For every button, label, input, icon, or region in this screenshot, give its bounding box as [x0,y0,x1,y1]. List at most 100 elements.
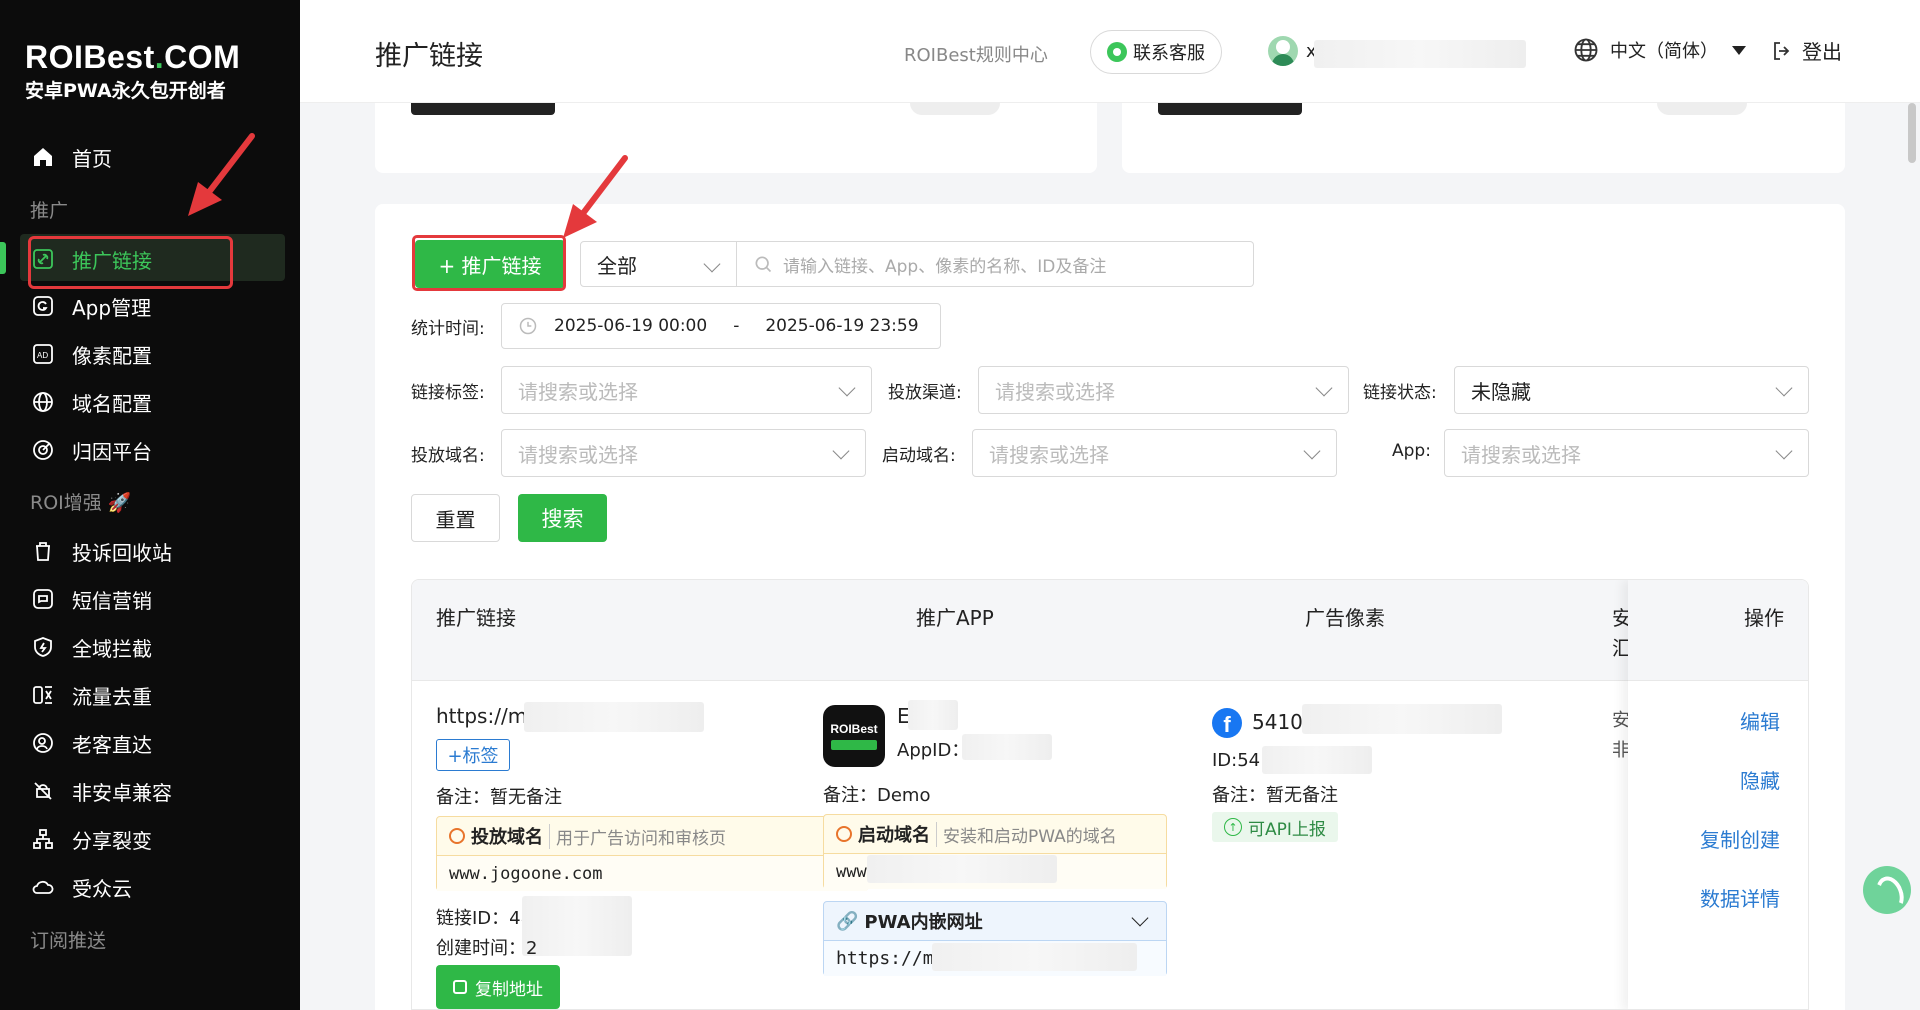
table-header: 推广链接 推广APP 广告像素 安 汇 [412,580,1808,681]
trash-icon [30,538,56,564]
status-value: 未隐藏 [1471,379,1531,404]
rules-center-link[interactable]: ROIBest规则中心 [904,41,1048,67]
delivery-domain-value: www.jogoone.com [437,855,867,891]
search-icon [755,256,772,273]
channel-label: 投放渠道: [888,383,962,403]
data-details-link[interactable]: 数据详情 [1700,883,1780,912]
sidebar-item-dedupe[interactable]: 流量去重 [30,673,152,717]
main-panel: + 推广链接 全部 请输入链接、App、像素的名称、ID及备注 统计时间: 20… [375,155,1845,1010]
chat-icon [1107,42,1127,62]
domain-select[interactable]: 请搜索或选择 [501,429,866,477]
logout-icon [1774,41,1790,60]
globe-icon [449,828,465,844]
copy-icon [453,980,467,994]
app-label: App: [1392,441,1431,461]
shield-icon [30,634,56,660]
operations-column: 操作 编辑 隐藏 复制创建 数据详情 [1628,580,1808,1009]
page-title: 推广链接 [375,41,483,72]
app-placeholder: 请搜索或选择 [1461,442,1581,467]
sidebar-group-subscribe: 订阅推送 [30,930,107,952]
support-label: 联系客服 [1133,43,1205,64]
redacted-url [524,702,704,732]
app-remark: 备注：Demo [823,785,931,806]
annotation-highlight-box [412,235,566,291]
rocket-icon: 🚀 [107,492,132,514]
target-icon [30,437,56,463]
globe-icon [836,826,852,842]
sidebar-item-audience[interactable]: 受众云 [30,865,132,909]
page-scrollbar[interactable] [1908,103,1916,163]
date-separator: - [733,316,740,336]
logout-button[interactable]: 登出 [1770,36,1842,65]
sidebar-item-non-android[interactable]: 非安卓兼容 [30,769,172,813]
domain-placeholder: 请搜索或选择 [518,442,638,467]
sidebar-item-complaint-bin[interactable]: 投诉回收站 [30,529,172,573]
reset-button[interactable]: 重置 [411,494,500,542]
chevron-down-icon [832,442,850,460]
app-icon [30,293,56,319]
channel-select[interactable]: 请搜索或选择 [978,366,1349,414]
created-time: 创建时间：2 [436,938,538,959]
brand-name: ROIBest [25,39,155,75]
delivery-domain-desc: 用于广告访问和审核页 [549,823,726,849]
user-target-icon [30,730,56,756]
sidebar-item-attribution[interactable]: 归因平台 [30,428,152,472]
delivery-domain-title: 投放域名 [471,827,543,848]
add-tag-button[interactable]: +标签 [436,739,510,771]
hide-link[interactable]: 隐藏 [1740,765,1780,794]
sidebar-item-domain[interactable]: 域名配置 [30,380,152,424]
language-switcher[interactable]: 中文（简体） [1572,36,1746,64]
sidebar-item-returning[interactable]: 老客直达 [30,721,152,765]
brand-logo[interactable]: ROIBest.COM 安卓PWA永久包开创者 [25,40,240,103]
copy-label: 复制地址 [475,979,543,1000]
ad-icon: AD [30,341,56,367]
copy-address-button[interactable]: 复制地址 [436,965,560,1009]
launch-domain-label: 启动域名: [882,446,956,466]
sidebar-item-home[interactable]: 首页 [30,135,112,179]
tag-select[interactable]: 请搜索或选择 [501,366,872,414]
annotation-arrow [188,133,255,216]
sidebar-item-label: App管理 [72,295,152,320]
sidebar-item-app-manage[interactable]: App管理 [30,284,151,328]
sidebar: ROIBest.COM 安卓PWA永久包开创者 首页 推广 推广链接 App管理… [0,0,300,1010]
avatar[interactable] [1268,36,1298,66]
date-range-picker[interactable]: 2025-06-19 00:00 - 2025-06-19 23:59 [501,303,941,349]
copy-create-link[interactable]: 复制创建 [1700,824,1780,853]
launch-domain-select[interactable]: 请搜索或选择 [972,429,1337,477]
annotation-highlight-box [28,236,233,289]
sidebar-item-label: 非安卓兼容 [72,780,172,805]
sidebar-item-label: 分享裂变 [72,828,152,853]
sidebar-item-sms[interactable]: 短信营销 [30,577,152,621]
sidebar-item-pixel[interactable]: AD 像素配置 [30,332,152,376]
sms-icon [30,586,56,612]
status-select[interactable]: 未隐藏 [1454,366,1809,414]
floating-assistant-icon[interactable] [1863,866,1911,914]
chevron-down-icon [1131,909,1149,927]
share-tree-icon [30,826,56,852]
active-indicator [0,242,6,274]
card-button[interactable] [1158,103,1302,115]
delivery-domain-box: 投放域名 用于广告访问和审核页 www.jogoone.com [436,816,868,891]
logout-label: 登出 [1802,40,1842,64]
redacted-app-id [962,734,1052,760]
globe-icon [1574,38,1598,62]
dedupe-icon [30,682,56,708]
sidebar-item-share[interactable]: 分享裂变 [30,817,152,861]
top-header: 推广链接 ROIBest规则中心 联系客服 x 中文（简体） 登出 [300,0,1920,103]
sidebar-item-intercept[interactable]: 全域拦截 [30,625,152,669]
card-button[interactable] [411,103,555,115]
operations-header: 操作 [1628,580,1808,681]
channel-placeholder: 请搜索或选择 [995,379,1115,404]
search-input[interactable]: 请输入链接、App、像素的名称、ID及备注 [737,241,1254,287]
app-logo: ROIBest [823,705,885,767]
support-button[interactable]: 联系客服 [1090,30,1222,74]
edit-link[interactable]: 编辑 [1740,706,1780,735]
card-illustration [1657,103,1747,115]
search-button[interactable]: 搜索 [518,494,607,542]
sidebar-item-label: 首页 [72,146,112,171]
svg-text:AD: AD [37,351,48,360]
pwa-embed-title: PWA内嵌网址 [864,912,983,933]
annotation-arrow [563,155,628,238]
app-select[interactable]: 请搜索或选择 [1444,429,1809,477]
scope-select[interactable]: 全部 [580,241,737,287]
